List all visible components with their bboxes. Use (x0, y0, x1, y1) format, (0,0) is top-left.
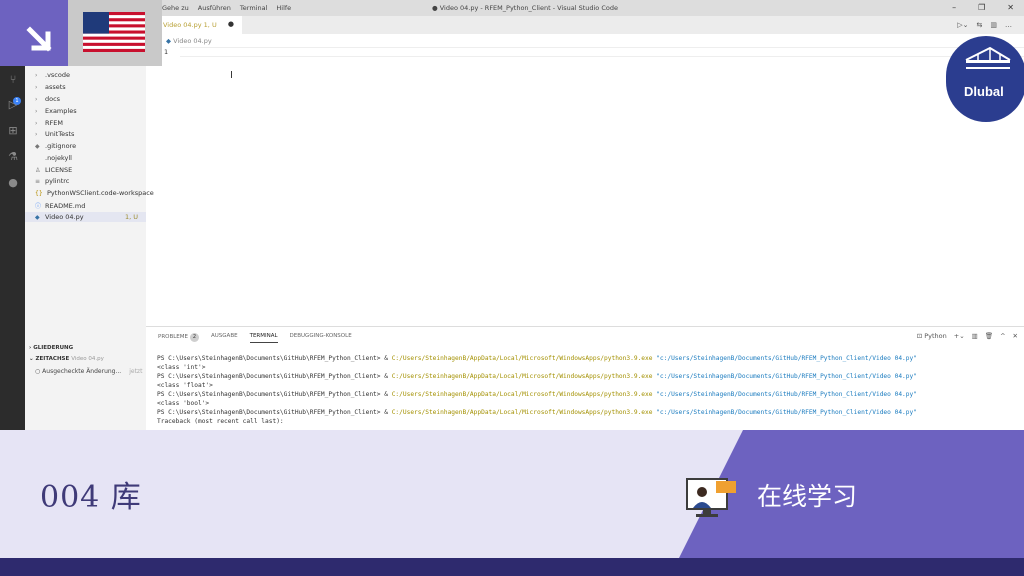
terminal-line: <class 'int'> (157, 364, 206, 371)
window-title: ● Video 04.py - RFEM_Python_Client - Vis… (432, 4, 618, 12)
info-icon: ⓘ (35, 203, 42, 210)
line-number: 1 (164, 48, 169, 56)
tree-item-video04[interactable]: ◆ Video 04.py 1, U (25, 212, 146, 222)
run-debug-icon[interactable]: ▷ (6, 98, 20, 112)
arrow-down-right-icon (26, 26, 52, 52)
tree-item-license[interactable]: ♙ LICENSE (35, 166, 72, 174)
tree-item-gitignore[interactable]: ◆ .gitignore (35, 142, 76, 150)
testing-icon[interactable]: ⚗ (6, 150, 20, 164)
language-flag-box (68, 0, 162, 66)
tab-problems[interactable]: PROBLEME 2 (158, 333, 200, 343)
bridge-logo-icon (965, 46, 1011, 69)
activity-bar: ⑂ 1 ▷ ⊞ ⚗ ● (0, 16, 25, 430)
lesson-subtitle: 在线学习 (757, 482, 858, 511)
current-line-highlight (180, 47, 1024, 57)
breadcrumb[interactable]: ◆ Video 04.py (166, 37, 212, 45)
tree-item-nojekyll[interactable]: .nojekyll (35, 154, 72, 162)
file-status: 1, U (124, 213, 138, 221)
split-editor-icon[interactable]: ▥ (990, 21, 997, 29)
split-terminal-icon[interactable]: ▥ (972, 332, 978, 340)
panel-actions: ⊡ Python +⌄ ▥ 🗑 ^ ✕ (917, 332, 1018, 340)
menu-bar: Gehe zu Ausführen Terminal Hilfe (162, 4, 291, 12)
outline-header[interactable]: › GLIEDERUNG (29, 345, 73, 351)
banner-accent-shape (679, 430, 1024, 558)
tab-output[interactable]: AUSGABE (211, 333, 238, 343)
screen: Gehe zu Ausführen Terminal Hilfe ● Video… (0, 0, 1024, 576)
compare-icon[interactable]: ⇆ (977, 21, 983, 29)
chevron-right-icon: › (35, 130, 38, 138)
chevron-right-icon: › (35, 71, 38, 79)
terminal-line: Traceback (most recent call last): (157, 418, 284, 425)
tree-item-workspace[interactable]: {} PythonWSClient.code-workspace (35, 189, 154, 197)
menu-item-terminal[interactable]: Terminal (240, 4, 267, 12)
chevron-right-icon: › (35, 95, 38, 103)
source-control-icon[interactable]: ⑂ (6, 73, 20, 87)
tree-item-assets[interactable]: › assets (35, 83, 66, 91)
tab-terminal[interactable]: TERMINAL (249, 333, 278, 343)
terminal-line: PS C:\Users\SteinhagenB\Documents\GitHub… (157, 391, 917, 398)
tree-item-readme[interactable]: ⓘ README.md (35, 201, 85, 211)
tree-item-rfem[interactable]: › RFEM (35, 119, 63, 127)
terminal-output[interactable]: PS C:\Users\SteinhagenB\Documents\GitHub… (157, 354, 917, 426)
lesson-title: 004 库 (40, 480, 142, 515)
terminal-line: <class 'float'> (157, 382, 213, 389)
settings-file-icon: ≡ (35, 177, 41, 185)
python-file-icon: ◆ (35, 213, 40, 221)
license-icon: ♙ (35, 166, 41, 174)
close-icon[interactable]: ✕ (1007, 3, 1014, 12)
menu-item-run[interactable]: Ausführen (198, 4, 231, 12)
window-controls: – ❐ ✕ (952, 3, 1014, 12)
us-flag-icon (83, 12, 145, 52)
dlubal-logo: Dlubal (946, 36, 1024, 122)
panel-tabs: PROBLEME 2 AUSGABE TERMINAL DEBUGGING-KON… (158, 333, 352, 343)
tree-item-vscode[interactable]: › .vscode (35, 71, 70, 79)
text-cursor-icon: I (230, 70, 233, 81)
tree-item-examples[interactable]: › Examples (35, 107, 77, 115)
new-terminal-icon[interactable]: +⌄ (954, 332, 965, 340)
json-file-icon: {} (35, 189, 43, 197)
terminal-shell-select[interactable]: ⊡ Python (917, 332, 947, 340)
timeline-entry[interactable]: ○ Ausgecheckte Änderung... jetzt (35, 368, 142, 375)
bottom-panel: PROBLEME 2 AUSGABE TERMINAL DEBUGGING-KON… (146, 326, 1024, 430)
tree-item-pylintrc[interactable]: ≡ pylintrc (35, 177, 69, 185)
menu-item-goto[interactable]: Gehe zu (162, 4, 189, 12)
timeline-header[interactable]: ⌄ ZEITACHSE Video 04.py (29, 356, 104, 362)
e-learning-monitor-icon (686, 478, 736, 517)
unsaved-dot-icon[interactable]: ● (228, 20, 234, 28)
editor-actions: ▷⌄ ⇆ ▥ … (957, 21, 1012, 29)
run-icon[interactable]: ▷⌄ (957, 21, 968, 29)
github-icon[interactable]: ● (6, 176, 20, 190)
lesson-banner: 004 库 在线学习 (0, 430, 1024, 558)
footer-strip (0, 558, 1024, 576)
explorer-sidebar: › .vscode › assets › docs › Examples › RFEM ›… (25, 16, 154, 430)
chevron-right-icon: › (35, 83, 38, 91)
terminal-line: PS C:\Users\SteinhagenB\Documents\GitHub… (157, 373, 917, 380)
extensions-icon[interactable]: ⊞ (6, 124, 20, 138)
terminal-line: PS C:\Users\SteinhagenB\Documents\GitHub… (157, 355, 917, 362)
terminal-line: PS C:\Users\SteinhagenB\Documents\GitHub… (157, 409, 917, 416)
tree-item-docs[interactable]: › docs (35, 95, 60, 103)
tree-item-unittests[interactable]: › UnitTests (35, 130, 74, 138)
editor-tab-bar: Video 04.py 1, U ● ▷⌄ ⇆ ▥ … (146, 16, 1024, 34)
menu-item-help[interactable]: Hilfe (276, 4, 291, 12)
restore-icon[interactable]: ❐ (978, 3, 985, 12)
minimize-icon[interactable]: – (952, 3, 956, 12)
chevron-up-icon[interactable]: ^ (1000, 332, 1005, 340)
trash-icon[interactable]: 🗑 (985, 332, 993, 340)
tab-video04[interactable]: Video 04.py 1, U ● (160, 16, 242, 34)
problems-count: 2 (190, 333, 200, 342)
chevron-right-icon: › (35, 107, 38, 115)
chevron-right-icon: › (35, 119, 38, 127)
terminal-line: <class 'bool'> (157, 400, 210, 407)
git-file-icon: ◆ (35, 142, 40, 150)
brand-name: Dlubal (964, 84, 1004, 99)
more-icon[interactable]: … (1005, 21, 1012, 29)
close-panel-icon[interactable]: ✕ (1013, 332, 1018, 340)
tab-debug-console[interactable]: DEBUGGING-KONSOLE (290, 333, 352, 343)
arrow-badge (0, 0, 68, 66)
